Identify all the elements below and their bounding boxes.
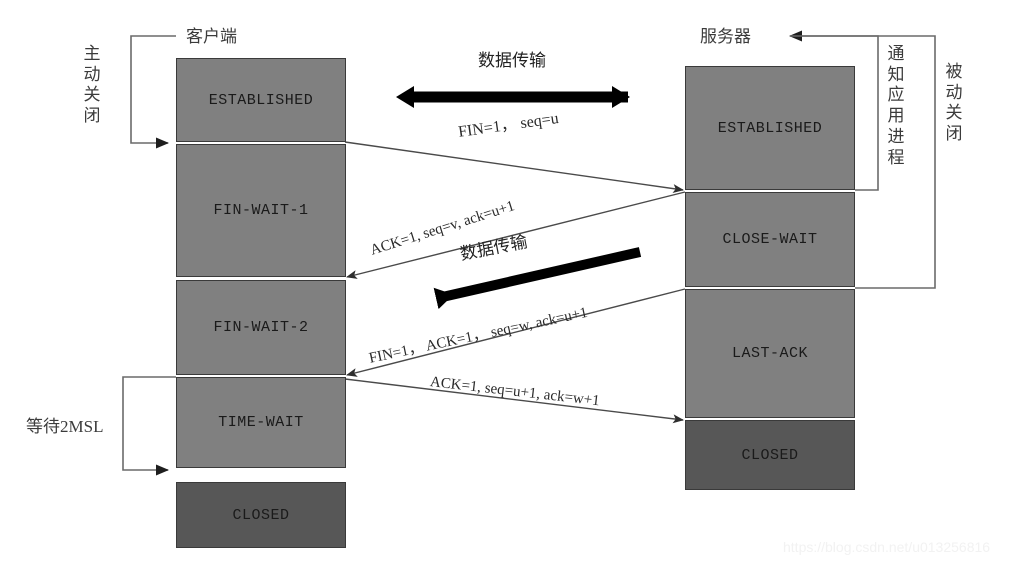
message-arrow-fin-1 bbox=[344, 141, 684, 194]
server-notify-char-1: 知 bbox=[887, 64, 905, 84]
client-2msl-label: 等待2MSL bbox=[26, 417, 104, 436]
server-passive-close-char-2: 关 bbox=[945, 103, 963, 123]
site-watermark: https://blog.csdn.net/u013256816 bbox=[783, 539, 991, 555]
client-active-close-label: 主 动 关 闭 bbox=[82, 44, 102, 127]
client-state-fin-wait-1: FIN-WAIT-1 bbox=[176, 144, 346, 277]
server-passive-close-char-0: 被 bbox=[945, 62, 963, 81]
client-state-time-wait: TIME-WAIT bbox=[176, 377, 346, 468]
client-active-close-char-1: 动 bbox=[83, 64, 101, 84]
server-notify-app-label: 通 知 应 用 进 程 bbox=[886, 44, 906, 168]
server-notify-char-4: 进 bbox=[887, 126, 905, 146]
server-state-closed: CLOSED bbox=[685, 420, 855, 490]
tcp-termination-diagram: 客户端 主 动 关 闭 等待2MSL ESTABLISHED FIN-WAIT-… bbox=[0, 0, 1021, 569]
server-passive-close-label: 被 动 关 闭 bbox=[944, 62, 964, 145]
server-notify-char-2: 应 bbox=[887, 85, 905, 105]
server-state-close-wait: CLOSE-WAIT bbox=[685, 192, 855, 287]
server-passive-close-char-3: 闭 bbox=[945, 124, 963, 144]
server-state-established: ESTABLISHED bbox=[685, 66, 855, 190]
server-passive-close-char-1: 动 bbox=[945, 82, 963, 102]
client-header: 客户端 bbox=[186, 27, 237, 46]
data-transfer-top-label: 数据传输 bbox=[478, 51, 546, 70]
client-active-close-char-2: 关 bbox=[83, 85, 101, 105]
server-state-last-ack: LAST-ACK bbox=[685, 289, 855, 418]
server-header: 服务器 bbox=[700, 27, 751, 46]
client-2msl-bracket bbox=[122, 376, 176, 476]
server-notify-char-0: 通 bbox=[887, 44, 905, 63]
server-notify-char-3: 用 bbox=[887, 106, 905, 126]
client-state-closed: CLOSED bbox=[176, 482, 346, 548]
diagram-vector-layer bbox=[122, 30, 936, 476]
client-state-established: ESTABLISHED bbox=[176, 58, 346, 142]
client-active-close-char-0: 主 bbox=[83, 44, 101, 63]
client-active-close-bracket bbox=[130, 35, 176, 149]
client-state-fin-wait-2: FIN-WAIT-2 bbox=[176, 280, 346, 375]
server-notify-char-5: 程 bbox=[887, 147, 905, 167]
client-active-close-char-3: 闭 bbox=[83, 106, 101, 126]
